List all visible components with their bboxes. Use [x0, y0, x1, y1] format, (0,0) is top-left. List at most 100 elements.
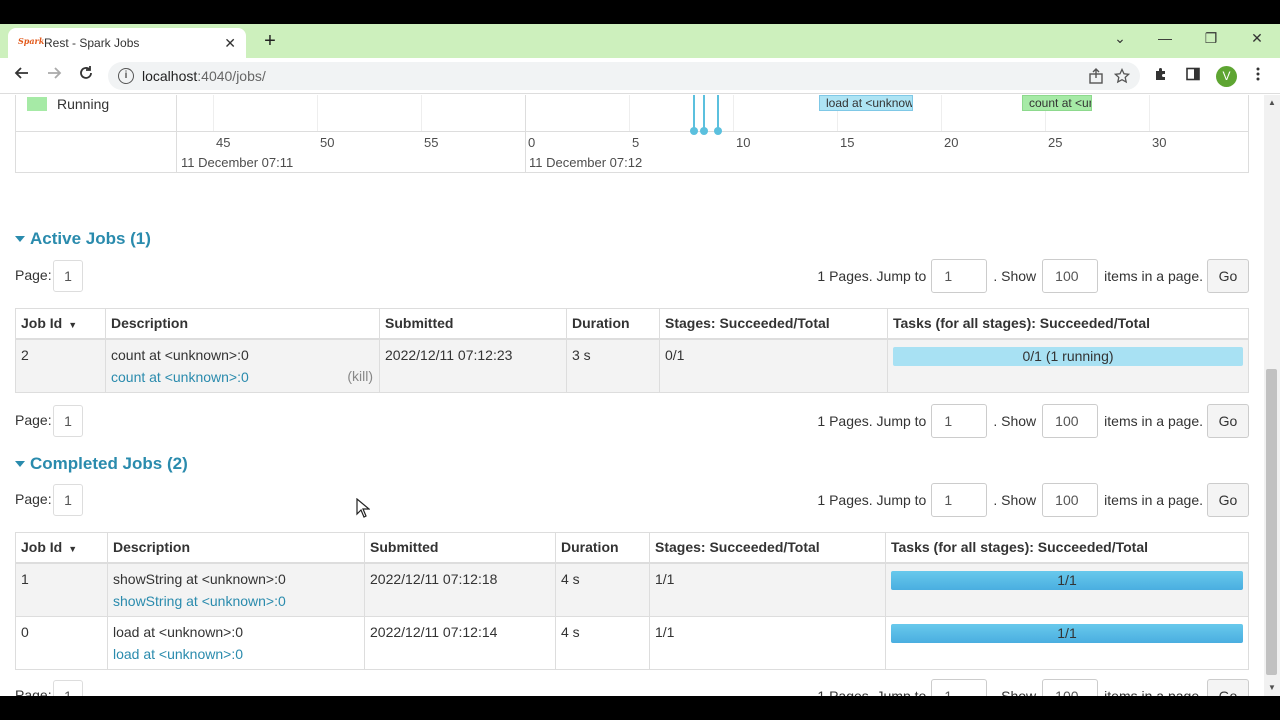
duration-header[interactable]: Duration: [555, 532, 650, 564]
reload-icon[interactable]: [75, 65, 97, 87]
tab-close-icon[interactable]: ✕: [224, 35, 236, 52]
job-id-header[interactable]: Job Id ▼: [15, 308, 106, 340]
go-button[interactable]: Go: [1207, 483, 1249, 517]
page-number-link[interactable]: 1: [53, 484, 83, 516]
items-text: items in a page.: [1104, 268, 1203, 284]
submitted-cell: 2022/12/11 07:12:23: [379, 338, 567, 393]
page-size-input[interactable]: 100: [1042, 679, 1099, 696]
spark-favicon-icon: Spark: [18, 36, 45, 46]
page-scrollbar[interactable]: ▲ ▼: [1264, 95, 1280, 696]
duration-header[interactable]: Duration: [566, 308, 660, 340]
kill-link[interactable]: (kill): [347, 368, 373, 384]
page-size-input[interactable]: 100: [1042, 404, 1099, 438]
description-header[interactable]: Description: [105, 308, 380, 340]
page-label: Page:: [15, 267, 52, 283]
stages-header[interactable]: Stages: Succeeded/Total: [659, 308, 888, 340]
scroll-down-arrow-icon[interactable]: ▼: [1268, 683, 1276, 692]
page-size-input[interactable]: 100: [1042, 483, 1099, 517]
jump-to-page-input[interactable]: 1: [931, 259, 988, 293]
minimize-button[interactable]: —: [1155, 30, 1175, 46]
tab-title: Rest - Spark Jobs: [44, 36, 140, 50]
timeline-date: 11 December 07:11: [181, 155, 294, 170]
scrollbar-thumb[interactable]: [1266, 369, 1277, 675]
timeline-date: 11 December 07:12: [529, 155, 643, 170]
description-cell: showString at <unknown>:0 showString at …: [107, 562, 365, 617]
close-window-button[interactable]: ✕: [1247, 30, 1267, 47]
description-cell: load at <unknown>:0 load at <unknown>:0: [107, 615, 365, 670]
tasks-cell: 1/1: [885, 615, 1249, 670]
table-row: 0 load at <unknown>:0 load at <unknown>:…: [15, 615, 1249, 670]
tab-search-chevron-icon[interactable]: ⌄: [1110, 30, 1130, 47]
completed-jobs-toggle[interactable]: Completed Jobs (2): [15, 454, 188, 474]
table-row: 1 showString at <unknown>:0 showString a…: [15, 562, 1249, 617]
puzzle-icon[interactable]: [1151, 66, 1171, 86]
submitted-cell: 2022/12/11 07:12:14: [364, 615, 556, 670]
share-icon[interactable]: [1088, 68, 1104, 87]
running-legend-label: Running: [57, 96, 110, 112]
page-number-link[interactable]: 1: [53, 680, 83, 696]
timeline-job-load[interactable]: load at <unknown>:0: [819, 95, 913, 111]
forward-arrow-icon[interactable]: [43, 65, 65, 87]
timeline-tick: 55: [424, 135, 439, 150]
stages-cell: 0/1: [659, 338, 888, 393]
timeline-tick: 5: [632, 135, 640, 150]
jump-to-page-input[interactable]: 1: [931, 404, 988, 438]
kebab-menu-icon[interactable]: [1248, 66, 1268, 86]
job-description: showString at <unknown>:0: [113, 570, 286, 587]
running-legend-swatch: [27, 97, 47, 111]
page-size-input[interactable]: 100: [1042, 259, 1099, 293]
show-text: . Show: [993, 413, 1037, 429]
items-text: items in a page.: [1104, 492, 1203, 508]
job-description: load at <unknown>:0: [113, 623, 243, 640]
pages-text: 1 Pages. Jump to: [817, 268, 927, 284]
stages-cell: 1/1: [649, 615, 886, 670]
timeline-job-marker[interactable]: [717, 95, 719, 130]
submitted-header[interactable]: Submitted: [364, 532, 556, 564]
job-description-link[interactable]: count at <unknown>:0: [111, 369, 374, 385]
show-text: . Show: [993, 688, 1037, 696]
jump-to-page-input[interactable]: 1: [931, 679, 988, 696]
page-number-link[interactable]: 1: [53, 405, 83, 437]
stages-header[interactable]: Stages: Succeeded/Total: [649, 532, 886, 564]
restore-button[interactable]: ❐: [1201, 30, 1221, 47]
job-id-header[interactable]: Job Id ▼: [15, 532, 108, 564]
back-arrow-icon[interactable]: [11, 65, 33, 87]
duration-cell: 3 s: [566, 338, 660, 393]
star-icon[interactable]: [1113, 67, 1131, 87]
submitted-header[interactable]: Submitted: [379, 308, 567, 340]
timeline-job-marker[interactable]: [693, 95, 695, 130]
job-description-link[interactable]: showString at <unknown>:0: [113, 593, 359, 609]
tasks-header[interactable]: Tasks (for all stages): Succeeded/Total: [885, 532, 1249, 564]
go-button[interactable]: Go: [1207, 404, 1249, 438]
side-panel-icon[interactable]: [1183, 66, 1203, 86]
job-description-link[interactable]: load at <unknown>:0: [113, 646, 359, 662]
go-button[interactable]: Go: [1207, 259, 1249, 293]
timeline-job-dot[interactable]: [690, 127, 698, 135]
timeline-tick: 30: [1152, 135, 1167, 150]
tasks-cell: 0/1 (1 running): [887, 338, 1249, 393]
address-bar[interactable]: i localhost:4040/jobs/: [108, 62, 1140, 90]
timeline-job-count[interactable]: count at <unknown>:0: [1022, 95, 1092, 111]
profile-avatar[interactable]: V: [1216, 66, 1237, 87]
timeline-job-dot[interactable]: [700, 127, 708, 135]
jump-to-page-input[interactable]: 1: [931, 483, 988, 517]
pages-text: 1 Pages. Jump to: [817, 413, 927, 429]
active-jobs-toggle[interactable]: Active Jobs (1): [15, 229, 151, 249]
browser-tab[interactable]: Spark Rest - Spark Jobs ✕: [8, 28, 246, 58]
page-number-link[interactable]: 1: [53, 260, 83, 292]
new-tab-button[interactable]: +: [260, 30, 280, 53]
timeline-job-dot[interactable]: [714, 127, 722, 135]
info-icon[interactable]: i: [118, 68, 134, 84]
mouse-pointer-icon: [356, 497, 371, 523]
timeline-job-marker[interactable]: [703, 95, 705, 130]
description-header[interactable]: Description: [107, 532, 365, 564]
stages-cell: 1/1: [649, 562, 886, 617]
scroll-up-arrow-icon[interactable]: ▲: [1268, 98, 1276, 107]
tasks-header[interactable]: Tasks (for all stages): Succeeded/Total: [887, 308, 1249, 340]
completed-jobs-table: Job Id ▼ Description Submitted Duration S…: [15, 532, 1249, 670]
duration-cell: 4 s: [555, 562, 650, 617]
table-row: 2 count at <unknown>:0 count at <unknown…: [15, 338, 1249, 393]
show-text: . Show: [993, 268, 1037, 284]
page-label: Page:: [15, 412, 52, 428]
go-button[interactable]: Go: [1207, 679, 1249, 696]
